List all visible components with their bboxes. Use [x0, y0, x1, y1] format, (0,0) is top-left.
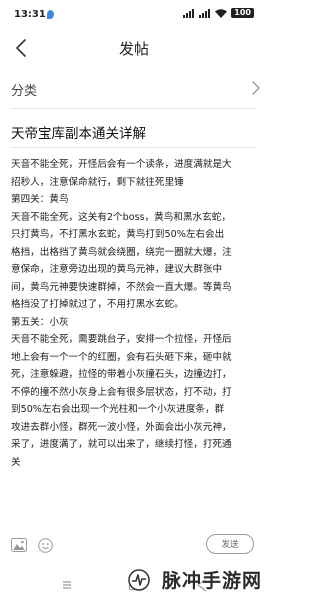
body-line: 只打黄鸟，不打黑水玄蛇，黄鸟打到50%左右会出 — [11, 229, 225, 240]
signal-icon-2 — [199, 8, 211, 18]
status-time: 13:31 — [14, 9, 46, 20]
notification-icon — [47, 10, 54, 19]
compose-toolbar: 发送 — [0, 528, 268, 564]
body-line: 意保命，注意旁边出现的黄鸟元神，建议大群张中 — [11, 264, 223, 275]
status-indicators: 100 — [183, 8, 254, 18]
watermark-logo-icon — [128, 569, 150, 591]
chevron-right-icon — [252, 81, 260, 95]
post-body-input[interactable]: 天音不能全死，开怪后会有一个读条，进度满就是大 招秒人，注意保命就行，剩下就往死… — [11, 156, 259, 471]
body-line: 格挡，出格挡了黄鸟就会绕圈，绕完一圈就大爆，注 — [11, 246, 232, 258]
signal-icon — [183, 8, 195, 18]
body-line: 地上会有一个一个的红圈，会有石头砸下来，砸中就 — [11, 351, 232, 363]
divider — [11, 147, 257, 148]
nav-bar: 发帖 — [0, 30, 268, 66]
body-line: 到50%左右会出现一个光柱和一个小灰进度条，群 — [11, 404, 225, 415]
battery-icon: 100 — [231, 8, 254, 18]
status-bar: 13:31 100 — [0, 0, 268, 30]
body-line: 天音不能全死，开怪后会有一个读条，进度满就是大 — [11, 159, 232, 170]
page-title: 发帖 — [118, 40, 149, 58]
body-line: 攻进去群小怪，群死一波小怪，外面会出小灰元神， — [11, 421, 232, 433]
body-line: 第四关：黄鸟 — [11, 194, 69, 205]
body-line: 第五关：小灰 — [11, 316, 69, 328]
body-line: 采了，进度满了，就可以出来了，继续打怪，打死通 — [11, 439, 232, 450]
body-line: 间，黄鸟元神要快速群掉，不然会一直大爆。等黄鸟 — [11, 281, 232, 293]
menu-icon[interactable] — [62, 580, 72, 590]
divider — [11, 108, 257, 109]
body-line: 格挡没了打掉就过了，不用打黑水玄蛇。 — [11, 299, 184, 310]
category-label: 分类 — [11, 84, 38, 99]
wifi-icon — [215, 8, 228, 18]
send-button[interactable]: 发送 — [206, 534, 254, 554]
category-selector[interactable]: 分类 — [0, 74, 268, 102]
body-line: 死，注意躲避，拉怪的带着小灰撞石头，边撞边打， — [11, 369, 232, 380]
watermark-text: 脉冲手游网 — [161, 570, 262, 592]
body-line: 关 — [11, 456, 21, 468]
body-line: 招秒人，注意保命就行，剩下就往死里锤 — [11, 176, 184, 188]
body-line: 不停的撞不然小灰身上会有很多层状态，打不动，打 — [11, 386, 232, 398]
body-line: 天音不能全死，需要跳台子，安排一个拉怪，开怪后 — [11, 334, 232, 345]
post-title-input[interactable]: 天帝宝库副本通关详解 — [11, 122, 146, 142]
image-icon[interactable] — [11, 538, 27, 552]
body-line: 天音不能全死，这关有2个boss，黄鸟和黑水玄蛇， — [11, 211, 231, 223]
emoji-icon[interactable] — [38, 538, 53, 553]
